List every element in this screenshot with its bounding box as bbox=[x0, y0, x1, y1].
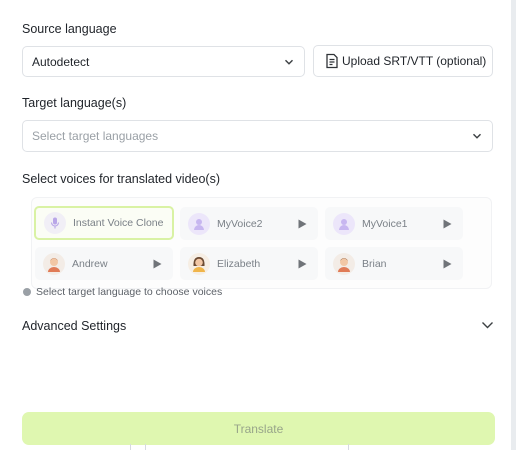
user-voice-icon bbox=[188, 212, 210, 235]
play-icon[interactable] bbox=[298, 219, 307, 229]
source-language-label: Source language bbox=[22, 22, 117, 36]
translate-button[interactable]: Translate bbox=[22, 412, 495, 445]
target-language-label: Target language(s) bbox=[22, 96, 127, 110]
male-avatar bbox=[43, 252, 65, 275]
voice-hint-text: Select target language to choose voices bbox=[36, 286, 223, 298]
voice-name: Andrew bbox=[72, 257, 108, 270]
upload-srt-button[interactable]: Upload SRT/VTT (optional) bbox=[313, 45, 493, 77]
play-icon[interactable] bbox=[443, 259, 452, 269]
advanced-settings-label: Advanced Settings bbox=[22, 319, 127, 333]
voice-name: MyVoice2 bbox=[217, 217, 263, 230]
voice-card-elizabeth[interactable]: Elizabeth bbox=[180, 247, 318, 280]
voice-hint: Select target language to choose voices bbox=[23, 286, 222, 298]
divider bbox=[348, 444, 349, 450]
translate-label: Translate bbox=[233, 421, 284, 436]
play-icon[interactable] bbox=[443, 219, 452, 229]
source-language-select[interactable]: Autodetect bbox=[22, 46, 305, 77]
voice-card-myvoice2[interactable]: MyVoice2 bbox=[180, 207, 318, 240]
advanced-settings-toggle[interactable]: Advanced Settings bbox=[22, 318, 494, 334]
user-voice-icon bbox=[333, 212, 355, 235]
voice-card-myvoice1[interactable]: MyVoice1 bbox=[325, 207, 463, 240]
voice-card-instant-voice-clone[interactable]: Instant Voice Clone bbox=[34, 206, 174, 240]
source-language-value: Autodetect bbox=[32, 54, 90, 69]
male-avatar bbox=[333, 252, 355, 275]
play-icon[interactable] bbox=[298, 259, 307, 269]
voice-name: MyVoice1 bbox=[362, 217, 408, 230]
female-avatar bbox=[188, 252, 210, 275]
divider bbox=[145, 444, 146, 450]
chevron-down-icon bbox=[472, 131, 482, 141]
scrollbar[interactable] bbox=[511, 0, 516, 450]
divider bbox=[130, 444, 131, 450]
info-dot-icon bbox=[23, 288, 31, 296]
chevron-down-icon bbox=[481, 319, 494, 333]
target-language-placeholder: Select target languages bbox=[32, 129, 159, 143]
document-upload-icon bbox=[325, 53, 339, 69]
voice-card-andrew[interactable]: Andrew bbox=[35, 247, 173, 280]
voice-name: Elizabeth bbox=[217, 257, 261, 270]
chevron-down-icon bbox=[284, 57, 294, 67]
translate-panel: Source language Autodetect Upload SRT/VT… bbox=[0, 0, 516, 450]
voice-name: Brian bbox=[362, 257, 387, 270]
play-icon[interactable] bbox=[153, 259, 162, 269]
target-language-select[interactable]: Select target languages bbox=[22, 120, 493, 152]
clone-mic-icon bbox=[44, 212, 66, 234]
upload-srt-label: Upload SRT/VTT (optional) bbox=[342, 54, 487, 68]
voice-card-brian[interactable]: Brian bbox=[325, 247, 463, 280]
voice-name: Instant Voice Clone bbox=[73, 217, 164, 229]
voices-label: Select voices for translated video(s) bbox=[22, 172, 221, 186]
